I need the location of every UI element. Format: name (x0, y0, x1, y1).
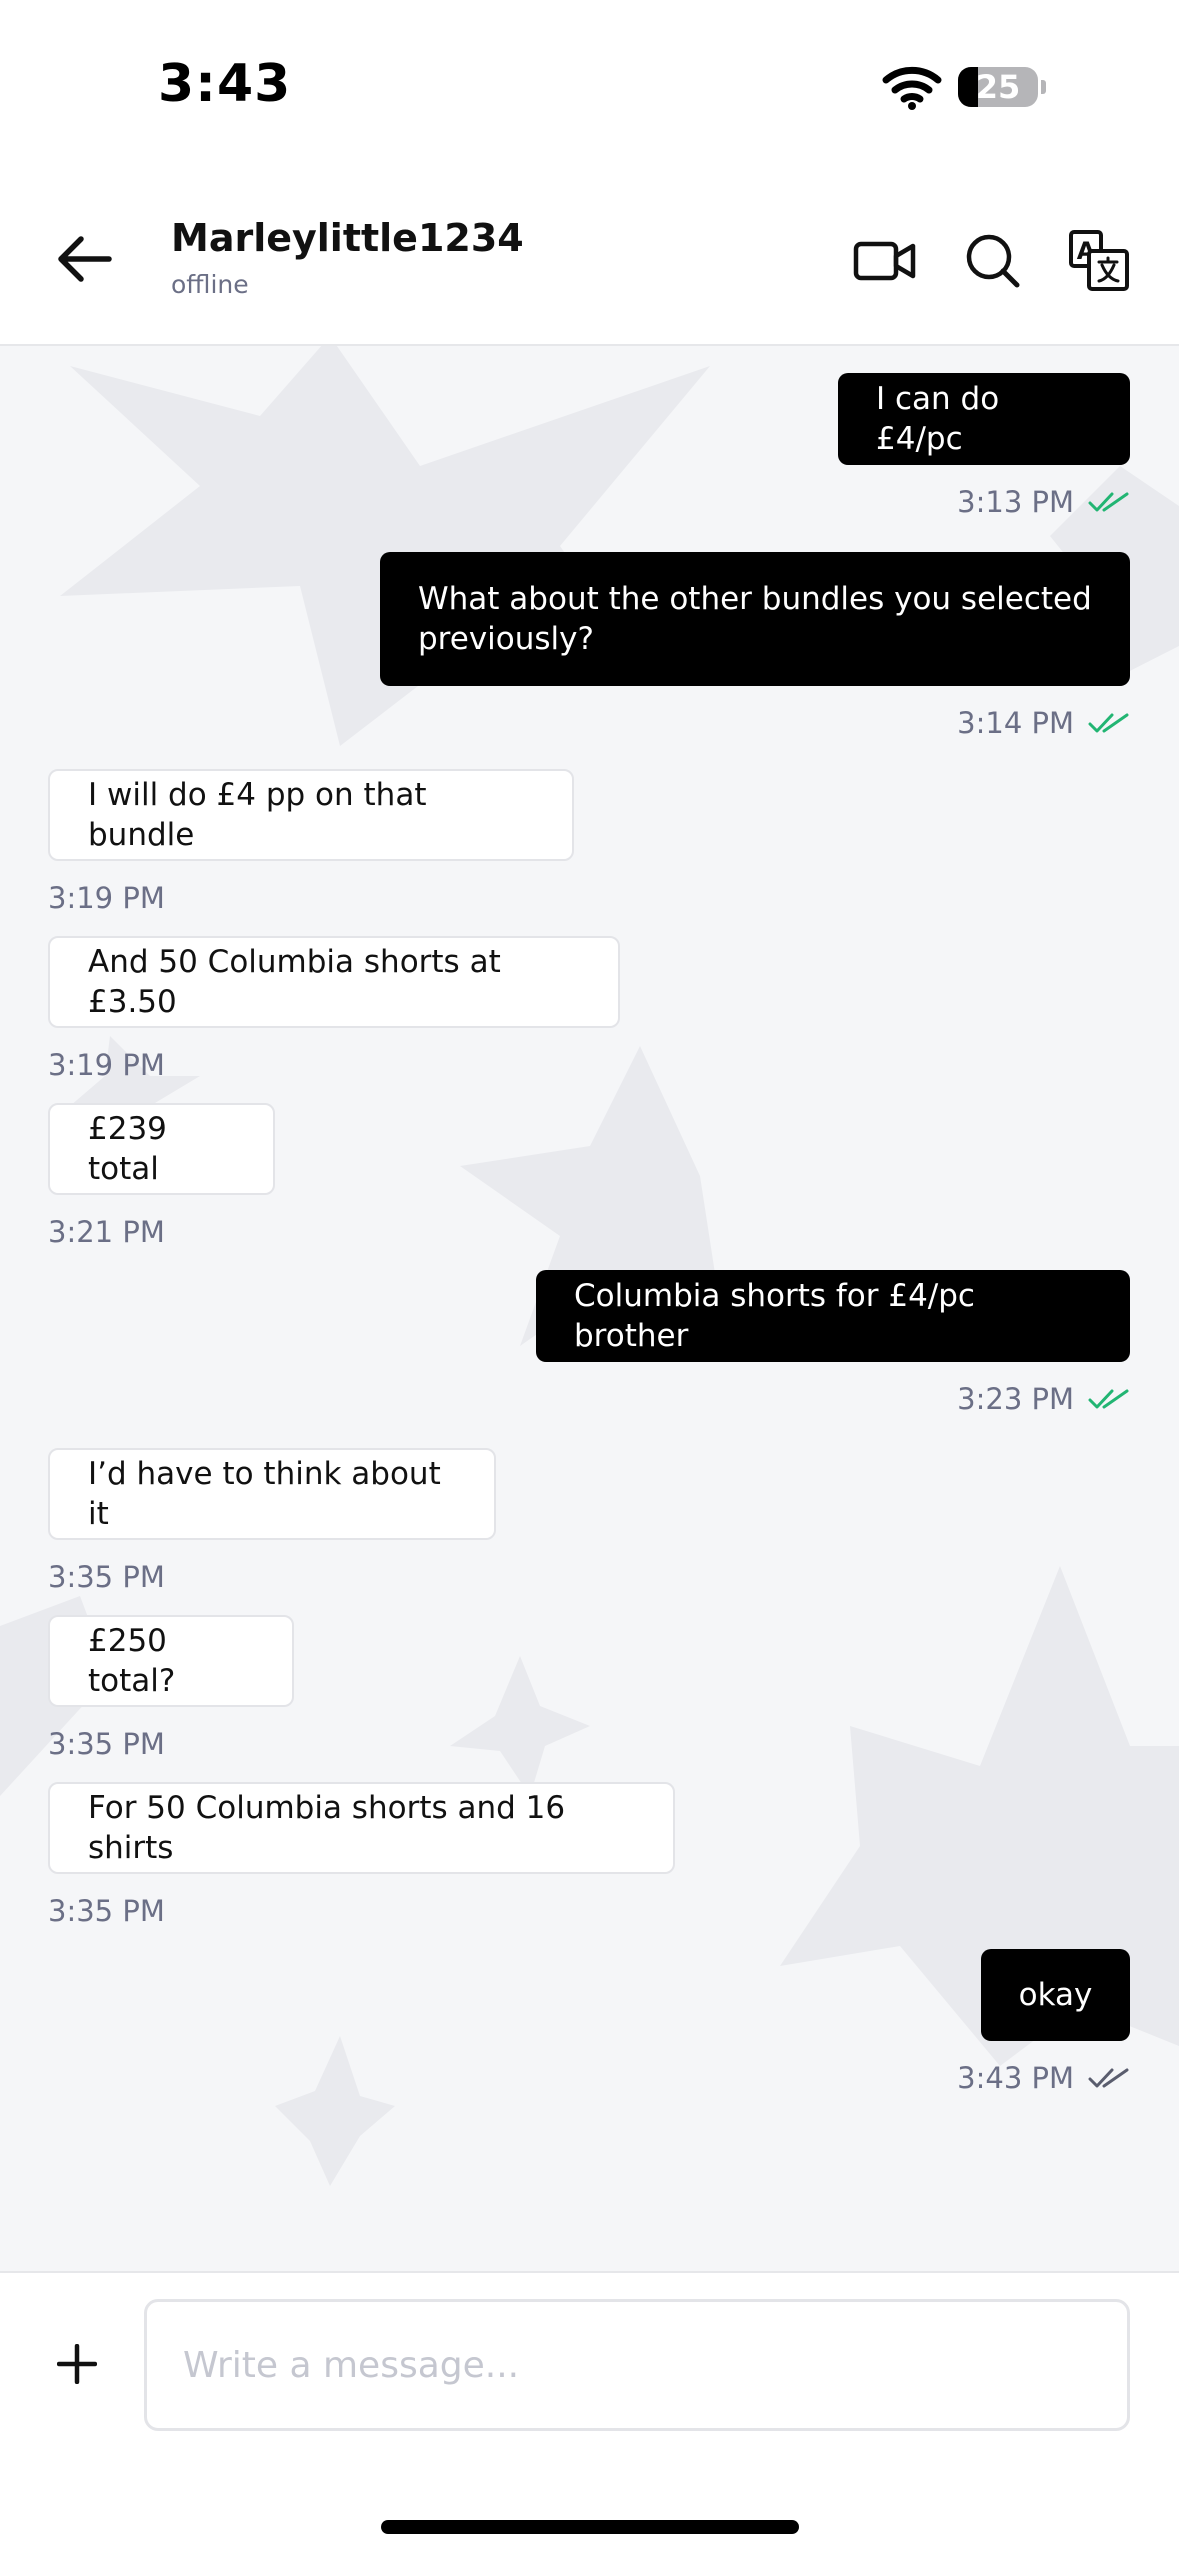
message-time: 3:19 PM (48, 1048, 165, 1082)
read-receipt-icon (1088, 713, 1129, 733)
contact-name[interactable]: Marleylittle1234 (171, 216, 524, 260)
message-meta: 3:13 PM (957, 485, 1130, 519)
composer (0, 2271, 1179, 2558)
outgoing-message[interactable]: okay (981, 1949, 1130, 2041)
chat-header: Marleylittle1234 offline A (0, 180, 1179, 346)
message-time: 3:19 PM (48, 881, 165, 915)
message-time: 3:14 PM (957, 706, 1074, 740)
message-input[interactable] (144, 2299, 1130, 2431)
incoming-message[interactable]: For 50 Columbia shorts and 16 shirts (48, 1782, 675, 1874)
status-bar: 3:43 25 (0, 0, 1179, 180)
outgoing-message[interactable]: I can do £4/pc (838, 373, 1130, 465)
delivered-receipt-icon (1088, 2068, 1129, 2088)
plus-icon (57, 2344, 97, 2384)
read-receipt-icon (1088, 1389, 1129, 1409)
status-time: 3:43 (158, 54, 292, 114)
outgoing-message[interactable]: Columbia shorts for £4/pc brother (536, 1270, 1130, 1362)
message-meta: 3:19 PM (48, 1048, 165, 1082)
message-time: 3:23 PM (957, 1382, 1074, 1416)
incoming-message[interactable]: £250 total? (48, 1615, 294, 1707)
message-meta: 3:23 PM (957, 1382, 1130, 1416)
incoming-message[interactable]: I will do £4 pp on that bundle (48, 769, 574, 861)
battery-indicator: 25 (958, 67, 1038, 107)
message-time: 3:35 PM (48, 1894, 165, 1928)
incoming-message[interactable]: I’d have to think about it (48, 1448, 496, 1540)
search-button[interactable] (958, 226, 1028, 296)
message-time: 3:35 PM (48, 1560, 165, 1594)
contact-status: offline (171, 270, 249, 299)
read-receipt-icon (1088, 492, 1129, 512)
translate-icon: A (1069, 230, 1129, 291)
home-indicator (381, 2520, 799, 2534)
message-meta: 3:35 PM (48, 1727, 165, 1761)
search-icon (966, 234, 1020, 288)
translate-button[interactable]: A (1065, 226, 1135, 296)
incoming-message[interactable]: And 50 Columbia shorts at £3.50 (48, 936, 620, 1028)
battery-level: 25 (975, 68, 1021, 106)
message-meta: 3:14 PM (957, 706, 1130, 740)
message-time: 3:35 PM (48, 1727, 165, 1761)
video-call-button[interactable] (850, 226, 920, 296)
message-time: 3:21 PM (48, 1215, 165, 1249)
message-time: 3:43 PM (957, 2061, 1074, 2095)
message-meta: 3:19 PM (48, 881, 165, 915)
message-meta: 3:35 PM (48, 1894, 165, 1928)
video-call-icon (853, 241, 916, 281)
incoming-message[interactable]: £239 total (48, 1103, 275, 1195)
message-meta: 3:35 PM (48, 1560, 165, 1594)
battery-cap (1041, 80, 1046, 94)
wifi-icon (882, 66, 942, 110)
chat-area[interactable]: I can do £4/pc 3:13 PM What about the othe… (0, 346, 1179, 2271)
outgoing-message[interactable]: What about the other bundles you selecte… (380, 552, 1130, 686)
message-meta: 3:43 PM (957, 2061, 1130, 2095)
message-meta: 3:21 PM (48, 1215, 165, 1249)
back-button[interactable] (50, 224, 120, 294)
message-time: 3:13 PM (957, 485, 1074, 519)
attach-button[interactable] (52, 2339, 102, 2389)
back-arrow-icon (58, 236, 112, 282)
